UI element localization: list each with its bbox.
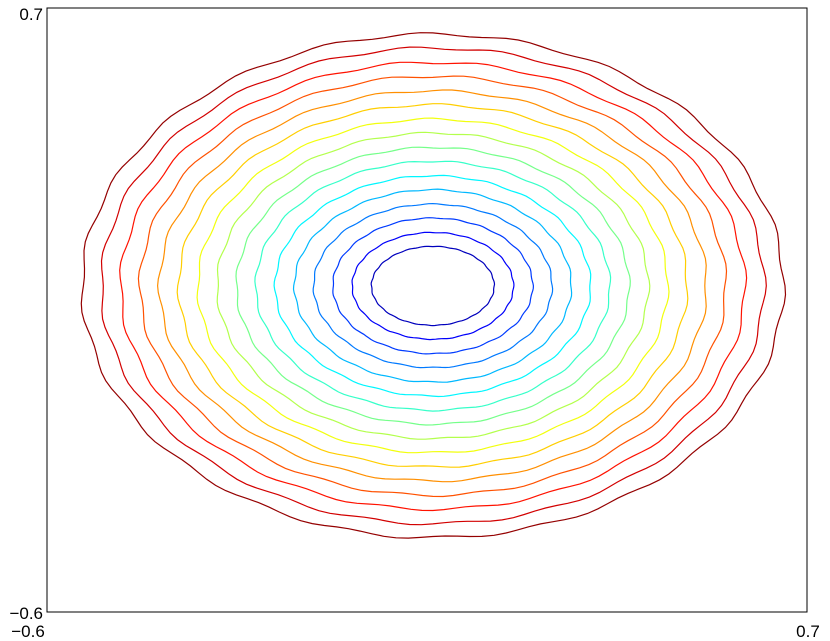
plot-background [47,8,807,612]
y-tick-label-top: 0.7 [19,5,43,24]
x-tick-label-right: 0.7 [796,622,820,641]
x-tick-label-left: −0.6 [11,622,45,641]
y-tick-label-bottom: −0.6 [9,604,43,623]
contour-chart: 0.7 −0.6 −0.6 0.7 [9,5,820,641]
